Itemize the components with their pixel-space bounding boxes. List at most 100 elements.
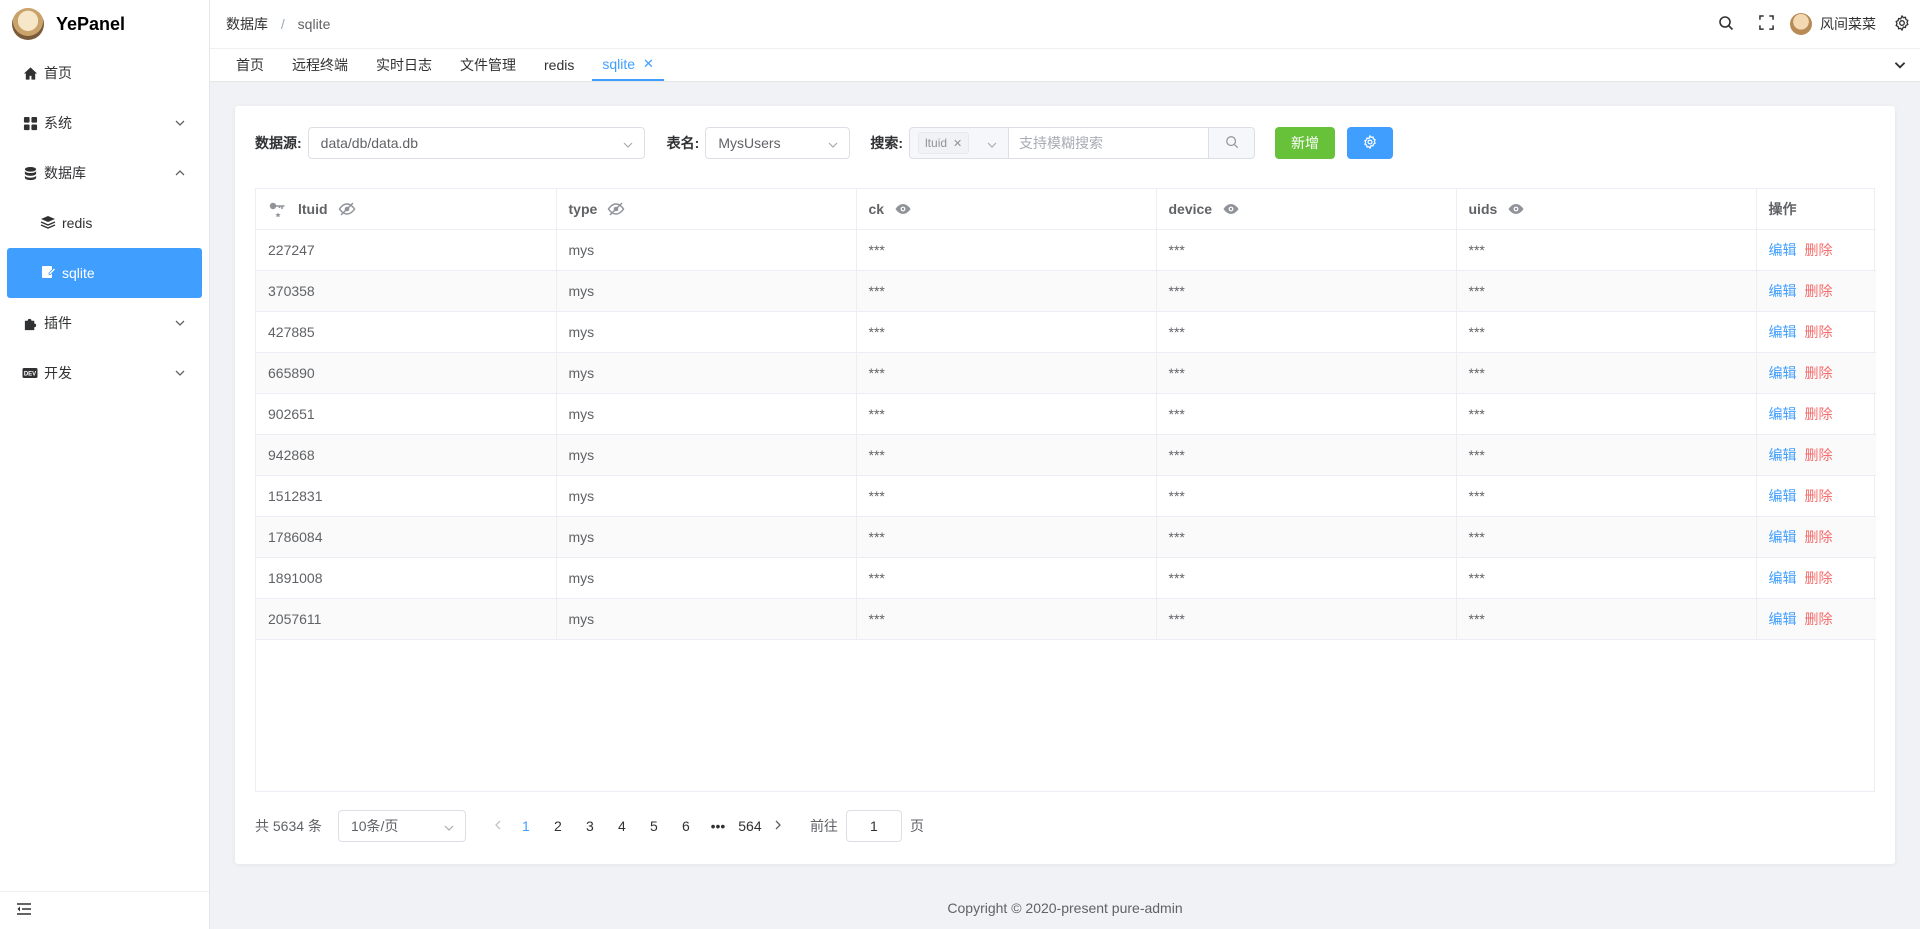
datasource-select[interactable]: data/db/data.db bbox=[307, 127, 645, 159]
sidebar-item-system[interactable]: 系统 bbox=[0, 98, 209, 148]
cell-device: *** bbox=[1156, 311, 1457, 353]
cell-ltuid: 942868 bbox=[256, 434, 557, 476]
sidebar-item-dev[interactable]: DEV 开发 bbox=[0, 348, 209, 398]
datasource-value: data/db/data.db bbox=[320, 135, 418, 151]
app-logo[interactable]: YePanel bbox=[0, 0, 209, 48]
cell-type: mys bbox=[556, 557, 857, 599]
eye-icon[interactable] bbox=[1507, 200, 1525, 218]
sidebar-item-database[interactable]: 数据库 bbox=[0, 148, 209, 198]
fullscreen-button[interactable] bbox=[1746, 0, 1786, 48]
page-button[interactable]: 564 bbox=[734, 810, 766, 842]
cell-type: mys bbox=[556, 270, 857, 312]
edit-button[interactable]: 编辑 bbox=[1769, 488, 1797, 504]
edit-button[interactable]: 编辑 bbox=[1769, 283, 1797, 299]
column-header-ck[interactable]: ck bbox=[856, 189, 1157, 230]
cell-type: mys bbox=[556, 352, 857, 394]
tab-home[interactable]: 首页 bbox=[226, 49, 274, 81]
search-field-select[interactable]: ltuid ✕ bbox=[909, 127, 1010, 159]
search-input[interactable] bbox=[1009, 127, 1210, 159]
page-size-value: 10条/页 bbox=[350, 818, 399, 834]
delete-button[interactable]: 删除 bbox=[1805, 324, 1833, 340]
delete-button[interactable]: 删除 bbox=[1805, 488, 1833, 504]
svg-text:DEV: DEV bbox=[24, 372, 36, 378]
search-button[interactable] bbox=[1209, 127, 1256, 159]
page-button[interactable]: 6 bbox=[670, 810, 702, 842]
table-row: 1512831 mys *** *** *** 编辑 删除 bbox=[256, 475, 1876, 517]
delete-button[interactable]: 删除 bbox=[1805, 570, 1833, 586]
column-header-device[interactable]: device bbox=[1156, 189, 1457, 230]
eye-icon[interactable] bbox=[894, 200, 912, 218]
search-group: ltuid ✕ bbox=[909, 127, 1256, 159]
sidebar-item-home[interactable]: 首页 bbox=[0, 48, 209, 98]
more-pages-button[interactable]: ••• bbox=[702, 810, 734, 842]
delete-button[interactable]: 删除 bbox=[1805, 365, 1833, 381]
tags-view: 首页 远程终端 实时日志 文件管理 redis sqlite ✕ bbox=[210, 48, 1920, 82]
cell-ck: *** bbox=[856, 229, 1157, 271]
page-button[interactable]: 2 bbox=[542, 810, 574, 842]
cell-device: *** bbox=[1156, 475, 1457, 517]
close-icon[interactable]: ✕ bbox=[643, 56, 654, 72]
sidebar-item-plugins[interactable]: 插件 bbox=[0, 298, 209, 348]
delete-button[interactable]: 删除 bbox=[1805, 529, 1833, 545]
next-page-button[interactable] bbox=[766, 810, 790, 842]
table-select[interactable]: MysUsers bbox=[705, 127, 851, 159]
edit-button[interactable]: 编辑 bbox=[1769, 611, 1797, 627]
close-icon[interactable]: ✕ bbox=[953, 137, 962, 150]
delete-button[interactable]: 删除 bbox=[1805, 447, 1833, 463]
edit-button[interactable]: 编辑 bbox=[1769, 570, 1797, 586]
breadcrumb-current: sqlite bbox=[297, 16, 331, 32]
eye-off-icon[interactable] bbox=[607, 200, 625, 218]
search-button[interactable] bbox=[1706, 0, 1746, 48]
edit-button[interactable]: 编辑 bbox=[1769, 365, 1797, 381]
tab-files[interactable]: 文件管理 bbox=[450, 49, 526, 81]
collapse-sidebar-button[interactable] bbox=[0, 891, 209, 929]
goto-page-input[interactable] bbox=[845, 810, 902, 842]
delete-button[interactable]: 删除 bbox=[1805, 406, 1833, 422]
page-button[interactable]: 5 bbox=[638, 810, 670, 842]
column-header-uids[interactable]: uids bbox=[1456, 189, 1757, 230]
edit-button[interactable]: 编辑 bbox=[1769, 529, 1797, 545]
sidebar-item-sqlite[interactable]: sqlite bbox=[7, 248, 202, 298]
chevron-left-icon bbox=[492, 818, 504, 834]
cell-uids: *** bbox=[1456, 475, 1757, 517]
page-size-select[interactable]: 10条/页 bbox=[337, 810, 466, 842]
sidebar-item-redis[interactable]: redis bbox=[0, 198, 209, 248]
settings-button[interactable] bbox=[1347, 127, 1394, 159]
breadcrumb-item[interactable]: 数据库 bbox=[226, 16, 268, 32]
delete-button[interactable]: 删除 bbox=[1805, 242, 1833, 258]
eye-off-icon[interactable] bbox=[338, 200, 356, 218]
tab-terminal[interactable]: 远程终端 bbox=[282, 49, 358, 81]
chevron-down-icon[interactable] bbox=[1892, 57, 1910, 75]
edit-button[interactable]: 编辑 bbox=[1769, 406, 1797, 422]
page-button[interactable]: 4 bbox=[606, 810, 638, 842]
chevron-down-icon bbox=[173, 116, 187, 130]
cell-ck: *** bbox=[856, 352, 1157, 394]
page-button[interactable]: 1 bbox=[510, 810, 542, 842]
tab-sqlite[interactable]: sqlite ✕ bbox=[592, 49, 664, 81]
edit-button[interactable]: 编辑 bbox=[1769, 242, 1797, 258]
prev-page-button[interactable] bbox=[486, 810, 510, 842]
cell-uids: *** bbox=[1456, 352, 1757, 394]
cell-actions: 编辑 删除 bbox=[1756, 434, 1876, 476]
settings-button[interactable] bbox=[1884, 0, 1920, 48]
edit-button[interactable]: 编辑 bbox=[1769, 324, 1797, 340]
sidebar-item-label: 首页 bbox=[44, 65, 72, 81]
chevron-down-icon bbox=[827, 138, 839, 150]
chevron-up-icon bbox=[173, 166, 187, 180]
column-header-type[interactable]: type bbox=[556, 189, 857, 230]
user-menu[interactable]: 风间菜菜 bbox=[1786, 13, 1884, 35]
tab-redis[interactable]: redis bbox=[534, 49, 584, 81]
delete-button[interactable]: 删除 bbox=[1805, 283, 1833, 299]
gear-icon bbox=[1894, 14, 1910, 34]
column-header-ltuid[interactable]: ltuid bbox=[256, 189, 557, 230]
tab-logs[interactable]: 实时日志 bbox=[366, 49, 442, 81]
top-header: 数据库 / sqlite 风间菜菜 bbox=[210, 0, 1920, 48]
edit-button[interactable]: 编辑 bbox=[1769, 447, 1797, 463]
search-icon bbox=[1225, 135, 1239, 152]
search-field-tag: ltuid ✕ bbox=[918, 132, 970, 154]
page-button[interactable]: 3 bbox=[574, 810, 606, 842]
add-button[interactable]: 新增 bbox=[1275, 127, 1336, 159]
eye-icon[interactable] bbox=[1222, 200, 1240, 218]
delete-button[interactable]: 删除 bbox=[1805, 611, 1833, 627]
gear-icon bbox=[1363, 134, 1377, 152]
